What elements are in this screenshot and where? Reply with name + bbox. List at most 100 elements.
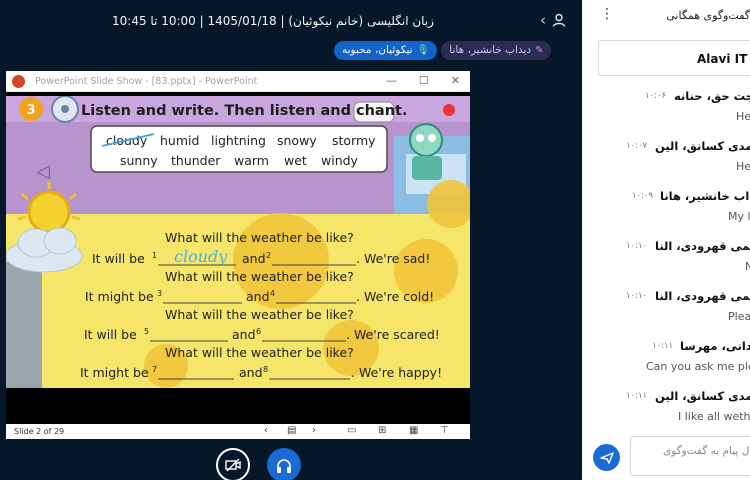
blank-8-number: 8 — [263, 365, 268, 374]
message-author: بهجت حق، حنانه — [674, 89, 750, 103]
message-author: رحیمی قهرودی، النا — [655, 239, 750, 253]
normal-view-icon[interactable]: ▭ — [347, 425, 356, 436]
message-author: رحیمی قهرودی، النا — [655, 289, 750, 303]
message-author: یزدانی، مهرسا — [680, 339, 750, 353]
message-text: My l — [728, 210, 750, 223]
line-3-end: . We're scared! — [346, 327, 440, 342]
slide-heading: Listen and write. Then listen and chant. — [81, 103, 407, 119]
slideshow-view-icon[interactable]: ⊤ — [440, 425, 449, 436]
message-text: N — [745, 260, 750, 273]
message-text: Can you ask me plea — [646, 360, 750, 373]
chat-message: ۱۰:۰۹ دیداب خانشیر، هانا My l — [582, 188, 750, 228]
line-3-start: It will be — [84, 327, 137, 342]
question-4: What will the weather be like? — [165, 345, 354, 360]
line-1-start: It will be — [92, 251, 145, 266]
blank-3-number: 3 — [157, 289, 162, 298]
annotator-tag[interactable]: دیداب خانشیر، هانا ✎ — [441, 41, 552, 60]
pinned-message: Alavi IT C — [598, 40, 750, 76]
presenter-tag[interactable]: نیکوئیان، محبوبه 🎙 — [334, 41, 438, 60]
slide-number: 3 — [26, 103, 35, 118]
message-time: ۱۰:۱۱ — [652, 341, 674, 351]
word-humid: humid — [160, 133, 199, 148]
question-1: What will the weather be like? — [165, 230, 354, 245]
camera-off-icon — [225, 458, 241, 472]
microphone-icon: 🎙 — [416, 45, 430, 56]
maximize-icon[interactable]: ☐ — [419, 74, 429, 87]
window-title: PowerPoint Slide Show - [83.pptx] - Powe… — [35, 75, 258, 87]
chat-message: ۱۰:۰۶ بهجت حق، حنانه He — [582, 88, 750, 128]
audio-button[interactable] — [267, 448, 301, 480]
message-text: He — [736, 110, 750, 123]
word-stormy: stormy — [332, 133, 376, 148]
message-text: I like all wethe — [678, 410, 750, 423]
pencil-icon: ✎ — [535, 45, 544, 56]
word-windy: windy — [321, 153, 359, 168]
previous-slide-icon[interactable]: ‹ — [264, 425, 268, 436]
message-time: ۱۰:۰۷ — [626, 141, 648, 151]
message-author: صمدی کسانق، الین — [655, 389, 750, 403]
word-wet: wet — [284, 153, 307, 168]
question-3: What will the weather be like? — [165, 307, 354, 322]
chevron-left-icon[interactable]: ‹ — [540, 11, 546, 29]
send-icon — [599, 451, 614, 464]
blank-1-number: 1 — [152, 251, 157, 260]
answer-1-handwriting: cloudy — [174, 247, 228, 266]
line-2-start: It might be — [85, 289, 154, 304]
message-time: ۱۰:۱۰ — [626, 241, 648, 251]
line-1-and: and — [242, 251, 266, 266]
next-slide-icon[interactable]: › — [312, 425, 316, 436]
message-time: ۱۰:۰۶ — [645, 91, 667, 101]
blank-4-number: 4 — [270, 289, 275, 298]
word-sunny: sunny — [120, 153, 158, 168]
chat-message-input[interactable]: ارسال پیام به گفت‌وگوی — [630, 436, 750, 476]
blank-2-number: 2 — [266, 251, 271, 260]
slide-canvas: 3 Listen and write. Then listen and chan… — [6, 96, 470, 388]
line-2-and: and — [246, 289, 270, 304]
speaker-icon: ◁ — [36, 161, 50, 182]
chat-title: گفت‌وگوی همگانی — [666, 9, 750, 22]
message-text: Plea — [728, 310, 750, 323]
user-icon[interactable] — [552, 13, 566, 27]
chat-panel: ⋮ گفت‌وگوی همگانی Alavi IT C ۱۰:۰۶ بهجت … — [582, 0, 750, 480]
presenter-tags: نیکوئیان، محبوبه 🎙 دیداب خانشیر، هانا ✎ — [334, 41, 552, 60]
message-time: ۱۰:۱۰ — [626, 291, 648, 301]
line-2-end: . We're cold! — [356, 289, 434, 304]
blank-7-number: 7 — [152, 365, 157, 374]
headphones-icon — [277, 458, 291, 473]
blank-5-number: 5 — [144, 327, 149, 336]
question-2: What will the weather be like? — [165, 269, 354, 284]
camera-toggle-button[interactable] — [216, 448, 250, 480]
session-title: زبان انگلیسی (خانم نیکوئیان) | 1405/01/1… — [112, 14, 434, 28]
blank-6-number: 6 — [256, 327, 261, 336]
line-3-and: and — [232, 327, 256, 342]
reading-view-icon[interactable]: ▦ — [409, 425, 418, 436]
message-text: He — [736, 160, 750, 173]
slideshow-statusbar: Slide 2 of 29 ‹ ▤ › ▭ ⊞ ▦ ⊤ — [6, 424, 470, 439]
chat-message: ۱۰:۱۰ رحیمی قهرودی، النا Plea — [582, 288, 750, 328]
line-4-start: It might be — [80, 365, 149, 380]
presentation-window: PowerPoint Slide Show - [83.pptx] - Powe… — [6, 71, 470, 439]
chat-message: ۱۰:۱۰ رحیمی قهرودی، النا N — [582, 238, 750, 278]
chat-header: ⋮ گفت‌وگوی همگانی — [582, 0, 750, 33]
word-lightning: lightning — [211, 133, 266, 148]
chat-message: ۱۰:۱۱ صمدی کسانق، الین I like all wethe — [582, 388, 750, 428]
annotator-name: دیداب خانشیر، هانا — [449, 44, 532, 56]
word-snowy: snowy — [277, 133, 317, 148]
message-time: ۱۰:۱۱ — [626, 391, 648, 401]
more-options-icon[interactable]: ⋮ — [600, 6, 614, 22]
word-thunder: thunder — [171, 153, 221, 168]
word-warm: warm — [234, 153, 269, 168]
session-header: زبان انگلیسی (خانم نیکوئیان) | 1405/01/1… — [0, 0, 582, 40]
presenter-name: نیکوئیان، محبوبه — [342, 44, 413, 56]
slide-counter: Slide 2 of 29 — [14, 427, 65, 436]
slide-sorter-icon[interactable]: ▤ — [287, 425, 296, 436]
send-button[interactable] — [593, 444, 620, 471]
grid-view-icon[interactable]: ⊞ — [378, 425, 386, 436]
close-icon[interactable]: ✕ — [451, 74, 460, 87]
line-4-and: and — [239, 365, 263, 380]
powerpoint-icon — [12, 74, 25, 88]
chat-message: ۱۰:۱۱ یزدانی، مهرسا Can you ask me plea — [582, 338, 750, 378]
minimize-icon[interactable]: — — [386, 74, 397, 87]
building-illustration — [6, 262, 42, 388]
window-titlebar: PowerPoint Slide Show - [83.pptx] - Powe… — [6, 71, 470, 92]
